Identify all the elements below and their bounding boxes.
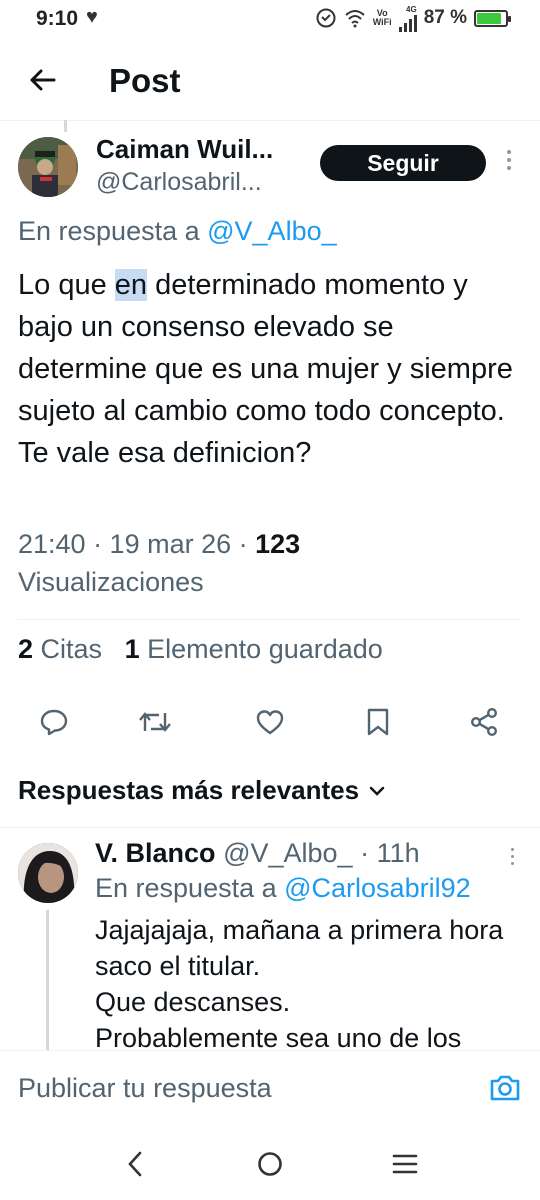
reply-header: V. Blanco @V_Albo_ · 11h xyxy=(95,838,420,869)
nav-home-button[interactable] xyxy=(250,1146,290,1182)
tweet-timestamp[interactable]: 21:40 · 19 mar 26 · xyxy=(18,529,255,559)
signal-icon xyxy=(398,14,417,32)
reply-button[interactable] xyxy=(36,704,72,740)
battery-percent: 87 % xyxy=(423,7,467,28)
app-header: Post xyxy=(0,38,540,120)
status-time: 9:10 xyxy=(36,7,79,30)
thread-line xyxy=(46,910,49,1050)
retweet-icon xyxy=(139,712,171,732)
chevron-left-icon xyxy=(128,1151,142,1177)
menu-icon xyxy=(392,1154,418,1174)
share-button[interactable] xyxy=(466,704,502,740)
arrow-left-icon xyxy=(30,69,56,91)
heart-icon xyxy=(256,710,284,735)
avatar-image xyxy=(18,843,78,903)
reply-author-handle[interactable]: @V_Albo_ xyxy=(223,838,353,868)
author-handle[interactable]: @Carlosabril... xyxy=(96,168,262,197)
home-circle-icon xyxy=(258,1152,282,1176)
bookmark-button[interactable] xyxy=(360,704,396,740)
volte-label: Vo WiFi xyxy=(372,8,392,27)
action-bar xyxy=(0,700,540,744)
views-count: 123 xyxy=(255,529,301,559)
cell-signal: 4G xyxy=(398,5,417,32)
more-options-icon[interactable] xyxy=(507,848,517,870)
replies-sort-label: Respuestas más relevantes xyxy=(18,775,360,805)
camera-button[interactable] xyxy=(488,1071,522,1105)
battery-icon xyxy=(474,9,511,27)
page-title: Post xyxy=(109,62,181,99)
tweet-text: Lo que en determinado momento y bajo un … xyxy=(18,269,513,469)
avatar-image xyxy=(18,137,78,197)
bookmark-icon xyxy=(367,708,389,736)
reply-text[interactable]: Jajajajaja, mañana a primera hora saco e… xyxy=(95,912,515,1050)
reply-context: En respuesta a @Carlosabril92 xyxy=(95,873,471,903)
bookmarks-stat[interactable]: 1 Elemento guardado xyxy=(125,634,383,664)
text-selection: en xyxy=(114,269,148,301)
reply-icon xyxy=(40,709,68,736)
tweet-stats: 2 Citas 1 Elemento guardado xyxy=(18,634,383,665)
reply-author-name[interactable]: V. Blanco xyxy=(95,838,216,868)
more-options-icon[interactable] xyxy=(503,150,515,176)
system-nav-bar xyxy=(0,1130,540,1200)
replied-user-link[interactable]: @V_Albo_ xyxy=(207,216,337,246)
follow-button[interactable]: Seguir xyxy=(320,145,486,181)
reply-input[interactable]: Publicar tu respuesta xyxy=(18,1073,272,1104)
status-icons: Vo WiFi 4G 87 % xyxy=(315,5,511,32)
replied-user-link[interactable]: @Carlosabril92 xyxy=(284,873,470,903)
quotes-stat[interactable]: 2 Citas xyxy=(18,634,102,664)
chevron-down-icon xyxy=(369,786,385,796)
reply-time: · 11h xyxy=(360,838,420,868)
nav-back-button[interactable] xyxy=(115,1146,155,1182)
header-divider xyxy=(0,120,540,121)
author-avatar[interactable] xyxy=(18,137,78,197)
divider xyxy=(18,619,522,620)
like-button[interactable] xyxy=(252,704,288,740)
reply-context: En respuesta a @V_Albo_ xyxy=(18,216,337,246)
status-bar: 9:10 ♥ Vo WiFi 4G 87 % xyxy=(0,0,540,38)
views-label: Visualizaciones xyxy=(18,567,204,597)
wifi-icon xyxy=(345,10,365,28)
camera-icon xyxy=(490,1075,520,1101)
reply-author-avatar[interactable] xyxy=(18,843,78,903)
battery-fill xyxy=(477,12,502,24)
reply-composer: Publicar tu respuesta xyxy=(0,1050,540,1130)
divider xyxy=(0,827,540,828)
thread-line xyxy=(64,120,67,132)
tweet-meta: 21:40 · 19 mar 26 · 123 Visualizaciones xyxy=(18,525,348,601)
heart-notification-icon: ♥ xyxy=(86,6,98,28)
data-saver-icon xyxy=(316,8,336,28)
retweet-button[interactable] xyxy=(137,704,173,740)
nav-recents-button[interactable] xyxy=(385,1146,425,1182)
author-name[interactable]: Caiman Wuil... xyxy=(96,134,273,165)
share-icon xyxy=(471,708,498,737)
replies-sort-dropdown[interactable]: Respuestas más relevantes xyxy=(18,775,385,806)
back-button[interactable] xyxy=(22,60,62,100)
